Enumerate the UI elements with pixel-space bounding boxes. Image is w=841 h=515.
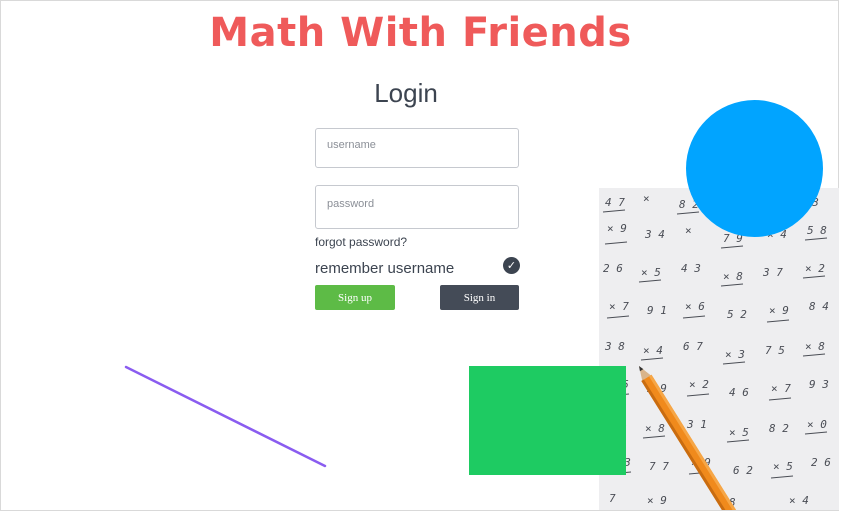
svg-text:× 9: × 9 <box>647 494 667 507</box>
signup-button[interactable]: Sign up <box>315 285 395 310</box>
svg-text:× 9: × 9 <box>769 304 789 317</box>
svg-text:9 3: 9 3 <box>809 378 829 391</box>
svg-text:7: 7 <box>609 492 616 505</box>
svg-text:6 2: 6 2 <box>733 464 753 477</box>
svg-text:7 5: 7 5 <box>765 344 785 357</box>
svg-text:× 2: × 2 <box>805 262 825 275</box>
svg-text:× 4: × 4 <box>643 344 663 357</box>
svg-text:× 5: × 5 <box>773 460 793 473</box>
svg-text:× 3: × 3 <box>725 348 745 361</box>
svg-text:3 1: 3 1 <box>686 418 707 431</box>
svg-text:× 8: × 8 <box>723 270 743 283</box>
login-heading: Login <box>374 78 438 108</box>
svg-text:×: × <box>685 224 692 237</box>
svg-text:3 8: 3 8 <box>604 340 625 353</box>
math-worksheet-image: 4 7×8 22 56 1× 3 × 93 4×7 9× 45 8 2 6× 5… <box>599 188 839 515</box>
app-title: Math With Friends <box>209 10 632 56</box>
svg-text:5 8: 5 8 <box>807 224 827 237</box>
svg-text:× 2: × 2 <box>689 378 709 391</box>
decorative-green-square <box>469 366 626 475</box>
forgot-password-link[interactable]: forgot password? <box>315 235 407 249</box>
svg-text:× 0: × 0 <box>807 418 827 431</box>
check-circle-icon[interactable]: ✓ <box>503 257 520 274</box>
svg-text:3 7: 3 7 <box>762 266 783 279</box>
svg-text:× 8: × 8 <box>645 422 665 435</box>
svg-text:× 8: × 8 <box>805 340 825 353</box>
password-input[interactable] <box>315 185 519 229</box>
decorative-blue-circle <box>686 100 823 237</box>
signin-button[interactable]: Sign in <box>440 285 519 310</box>
svg-text:4 6: 4 6 <box>729 386 749 399</box>
decorative-line <box>124 365 327 468</box>
svg-text:8 4: 8 4 <box>809 300 829 313</box>
svg-text:4 3: 4 3 <box>681 262 701 275</box>
svg-text:× 7: × 7 <box>771 382 791 395</box>
svg-text:6 7: 6 7 <box>683 340 703 353</box>
svg-text:4 7: 4 7 <box>605 196 625 209</box>
svg-text:3 4: 3 4 <box>644 228 665 241</box>
svg-text:× 5: × 5 <box>729 426 749 439</box>
svg-text:× 4: × 4 <box>789 494 809 507</box>
svg-text:× 5: × 5 <box>641 266 661 279</box>
svg-text:5 2: 5 2 <box>727 308 747 321</box>
svg-text:8 2: 8 2 <box>769 422 789 435</box>
svg-text:× 9: × 9 <box>607 222 627 235</box>
svg-text:× 6: × 6 <box>685 300 705 313</box>
svg-text:2 6: 2 6 <box>811 456 831 469</box>
svg-text:×: × <box>643 192 650 205</box>
username-input[interactable] <box>315 128 519 168</box>
svg-text:7 7: 7 7 <box>649 460 669 473</box>
remember-username-label: remember username <box>315 260 455 277</box>
svg-text:9 1: 9 1 <box>647 304 667 317</box>
svg-text:2 6: 2 6 <box>603 262 623 275</box>
svg-text:× 7: × 7 <box>609 300 629 313</box>
